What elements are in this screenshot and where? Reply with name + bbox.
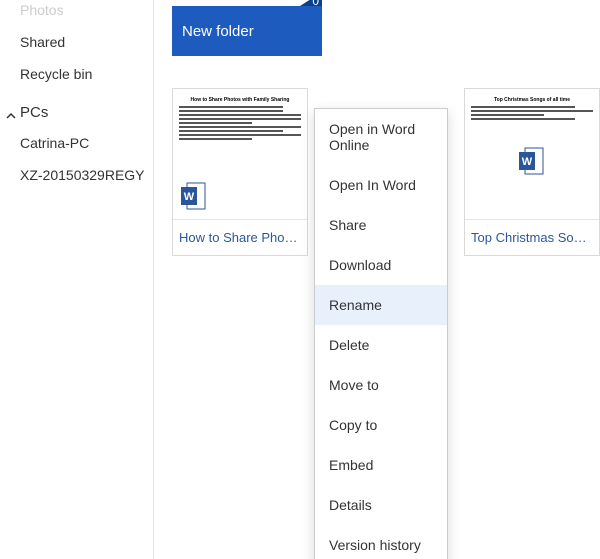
file-thumbnail: Top Christmas Songs of all time W xyxy=(465,89,599,219)
file-thumbnail: How to Share Photos with Family Sharing … xyxy=(173,89,307,219)
sidebar: Photos Shared Recycle bin PCs Catrina-PC… xyxy=(0,0,154,559)
doc-thumb-title: How to Share Photos with Family Sharing xyxy=(179,97,301,103)
svg-text:W: W xyxy=(184,191,195,203)
sidebar-item-photos[interactable]: Photos xyxy=(0,0,153,26)
ctx-version-history[interactable]: Version history xyxy=(315,525,447,559)
ctx-embed[interactable]: Embed xyxy=(315,445,447,485)
app-root: Photos Shared Recycle bin PCs Catrina-PC… xyxy=(0,0,600,559)
new-folder-count: 0 xyxy=(312,0,319,8)
file-card-1[interactable]: How to Share Photos with Family Sharing … xyxy=(172,88,308,256)
ctx-open-word-online[interactable]: Open in Word Online xyxy=(315,109,447,165)
sidebar-header-pcs[interactable]: PCs xyxy=(0,90,153,127)
sidebar-item-pc-1[interactable]: Catrina-PC xyxy=(0,127,153,159)
ctx-delete[interactable]: Delete xyxy=(315,325,447,365)
ctx-share[interactable]: Share xyxy=(315,205,447,245)
doc-thumb-title: Top Christmas Songs of all time xyxy=(471,97,593,103)
file-label: Top Christmas Songs ... xyxy=(465,219,599,255)
sidebar-item-shared[interactable]: Shared xyxy=(0,26,153,58)
chevron-up-icon xyxy=(6,108,16,118)
context-menu: Open in Word Online Open In Word Share D… xyxy=(314,108,448,559)
file-card-3[interactable]: Top Christmas Songs of all time W Top Ch… xyxy=(464,88,600,256)
ctx-open-in-word[interactable]: Open In Word xyxy=(315,165,447,205)
word-icon: W xyxy=(519,146,545,176)
ctx-copy-to[interactable]: Copy to xyxy=(315,405,447,445)
new-folder-label: New folder xyxy=(182,23,254,40)
file-label: How to Share Photos ... xyxy=(173,219,307,255)
ctx-move-to[interactable]: Move to xyxy=(315,365,447,405)
svg-text:W: W xyxy=(522,156,533,168)
ctx-details[interactable]: Details xyxy=(315,485,447,525)
new-folder-tile[interactable]: 0 New folder xyxy=(172,6,322,56)
sidebar-item-recycle-bin[interactable]: Recycle bin xyxy=(0,58,153,90)
ctx-download[interactable]: Download xyxy=(315,245,447,285)
word-icon: W xyxy=(181,181,207,211)
sidebar-header-pcs-label: PCs xyxy=(20,104,48,121)
sidebar-item-pc-2[interactable]: XZ-20150329REGY xyxy=(0,159,153,191)
ctx-rename[interactable]: Rename xyxy=(315,285,447,325)
